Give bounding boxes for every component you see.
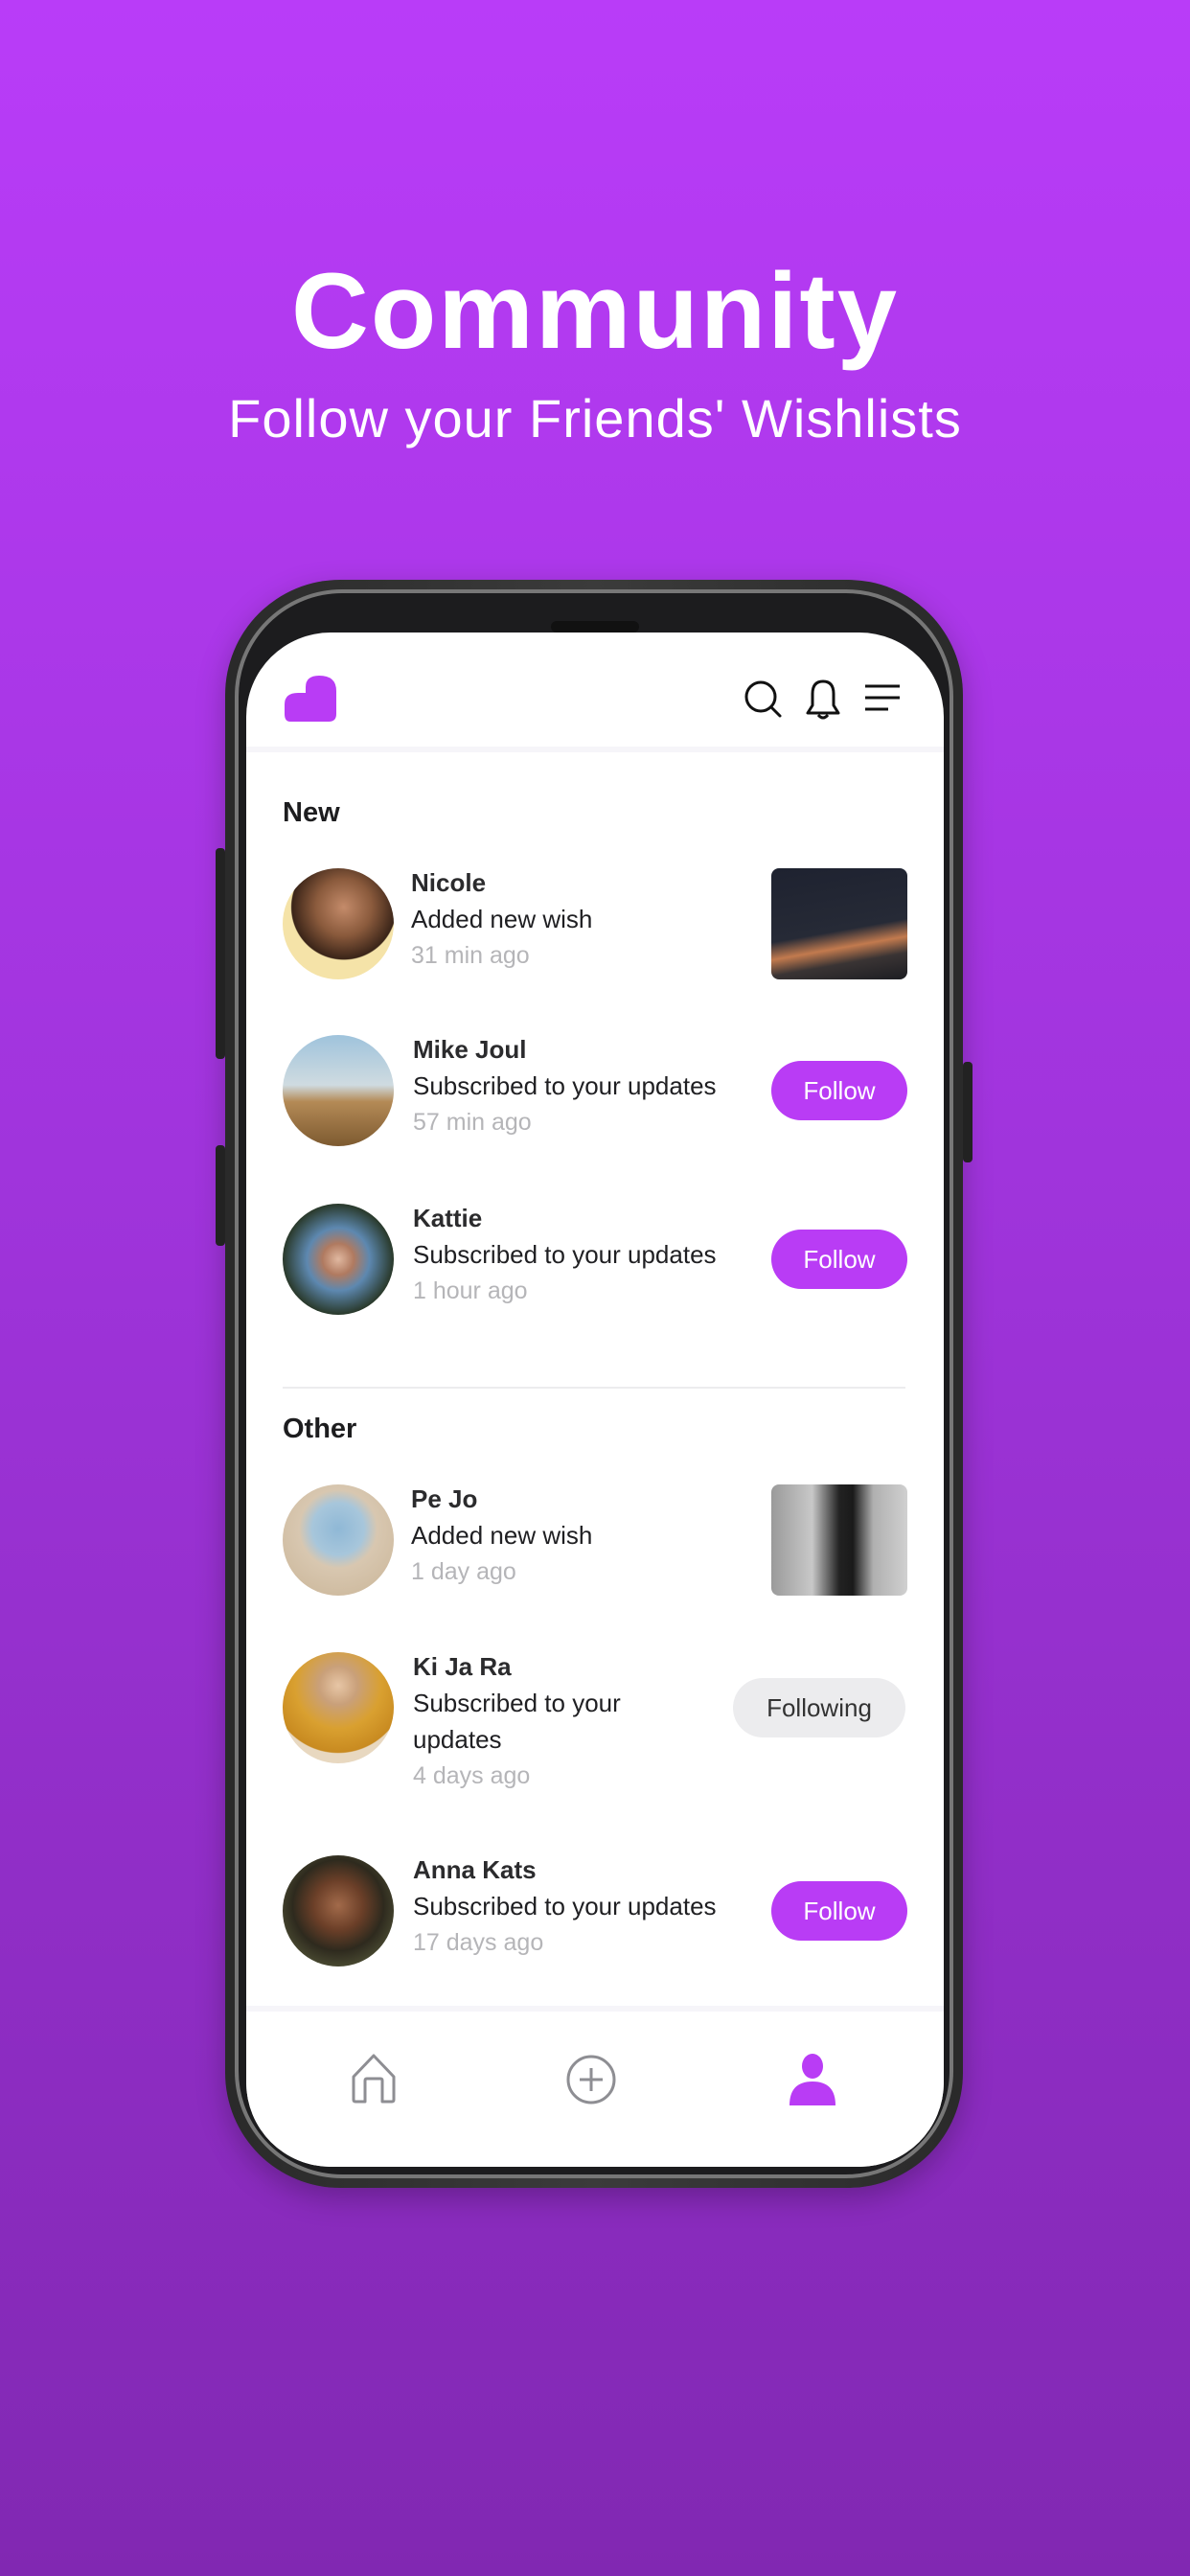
list-item[interactable]: Kattie Subscribed to your updates 1 hour a… [283, 1204, 907, 1319]
hero-subtitle: Follow your Friends' Wishlists [228, 388, 962, 448]
list-item[interactable]: Anna Kats Subscribed to your updates 17 da… [283, 1855, 907, 1970]
list-item[interactable]: Ki Ja Ra Subscribed to your updates 4 days… [283, 1652, 907, 1789]
avatar[interactable] [283, 1484, 394, 1596]
home-icon[interactable] [350, 2054, 398, 2104]
app-screen: New Nicole Added new wish 31 min ago Mike … [246, 632, 944, 2167]
timestamp: 57 min ago [413, 1109, 532, 1136]
menu-icon[interactable] [863, 682, 902, 715]
activity-text: Added new wish [411, 905, 593, 933]
search-icon[interactable] [743, 678, 783, 719]
user-name[interactable]: Anna Kats [413, 1852, 758, 1888]
user-name[interactable]: Ki Ja Ra [413, 1648, 643, 1685]
timestamp: 4 days ago [413, 1762, 531, 1789]
phone-power-button [963, 1062, 973, 1162]
phone-side-button [216, 1145, 225, 1246]
timestamp: 1 hour ago [413, 1277, 528, 1304]
avatar[interactable] [283, 1204, 394, 1315]
avatar[interactable] [283, 1652, 394, 1763]
list-item[interactable]: Mike Joul Subscribed to your updates 57 mi… [283, 1035, 907, 1150]
activity-text: Subscribed to your updates [413, 1892, 717, 1920]
section-title-other: Other [283, 1414, 357, 1444]
follow-button[interactable]: Follow [771, 1061, 907, 1120]
avatar[interactable] [283, 1035, 394, 1146]
user-name[interactable]: Kattie [413, 1200, 758, 1236]
section-title-new: New [283, 797, 340, 828]
add-icon[interactable] [565, 2054, 617, 2105]
avatar[interactable] [283, 868, 394, 979]
activity-text: Subscribed to your updates [413, 1071, 717, 1100]
list-item[interactable]: Nicole Added new wish 31 min ago [283, 868, 907, 983]
following-button[interactable]: Following [733, 1678, 905, 1737]
app-header [246, 632, 944, 752]
activity-text: Added new wish [411, 1521, 593, 1550]
user-name[interactable]: Mike Joul [413, 1031, 758, 1068]
profile-icon[interactable] [789, 2054, 836, 2105]
wish-thumbnail[interactable] [771, 868, 907, 979]
activity-text: Subscribed to your updates [413, 1689, 621, 1754]
user-name[interactable]: Pe Jo [411, 1481, 756, 1517]
phone-volume-button [216, 848, 225, 1059]
avatar[interactable] [283, 1855, 394, 1966]
follow-button[interactable]: Follow [771, 1881, 907, 1941]
wish-thumbnail[interactable] [771, 1484, 907, 1596]
cloud-logo-icon[interactable] [285, 676, 338, 722]
follow-button[interactable]: Follow [771, 1230, 907, 1289]
user-name[interactable]: Nicole [411, 864, 756, 901]
bottom-nav [246, 2006, 944, 2167]
phone-speaker [551, 621, 639, 632]
activity-text: Subscribed to your updates [413, 1240, 717, 1269]
timestamp: 1 day ago [411, 1558, 516, 1585]
timestamp: 17 days ago [413, 1929, 544, 1956]
list-item[interactable]: Pe Jo Added new wish 1 day ago [283, 1484, 907, 1599]
section-divider [283, 1387, 905, 1389]
hero-title: Community [291, 251, 899, 371]
bell-icon[interactable] [804, 678, 842, 721]
timestamp: 31 min ago [411, 942, 530, 969]
